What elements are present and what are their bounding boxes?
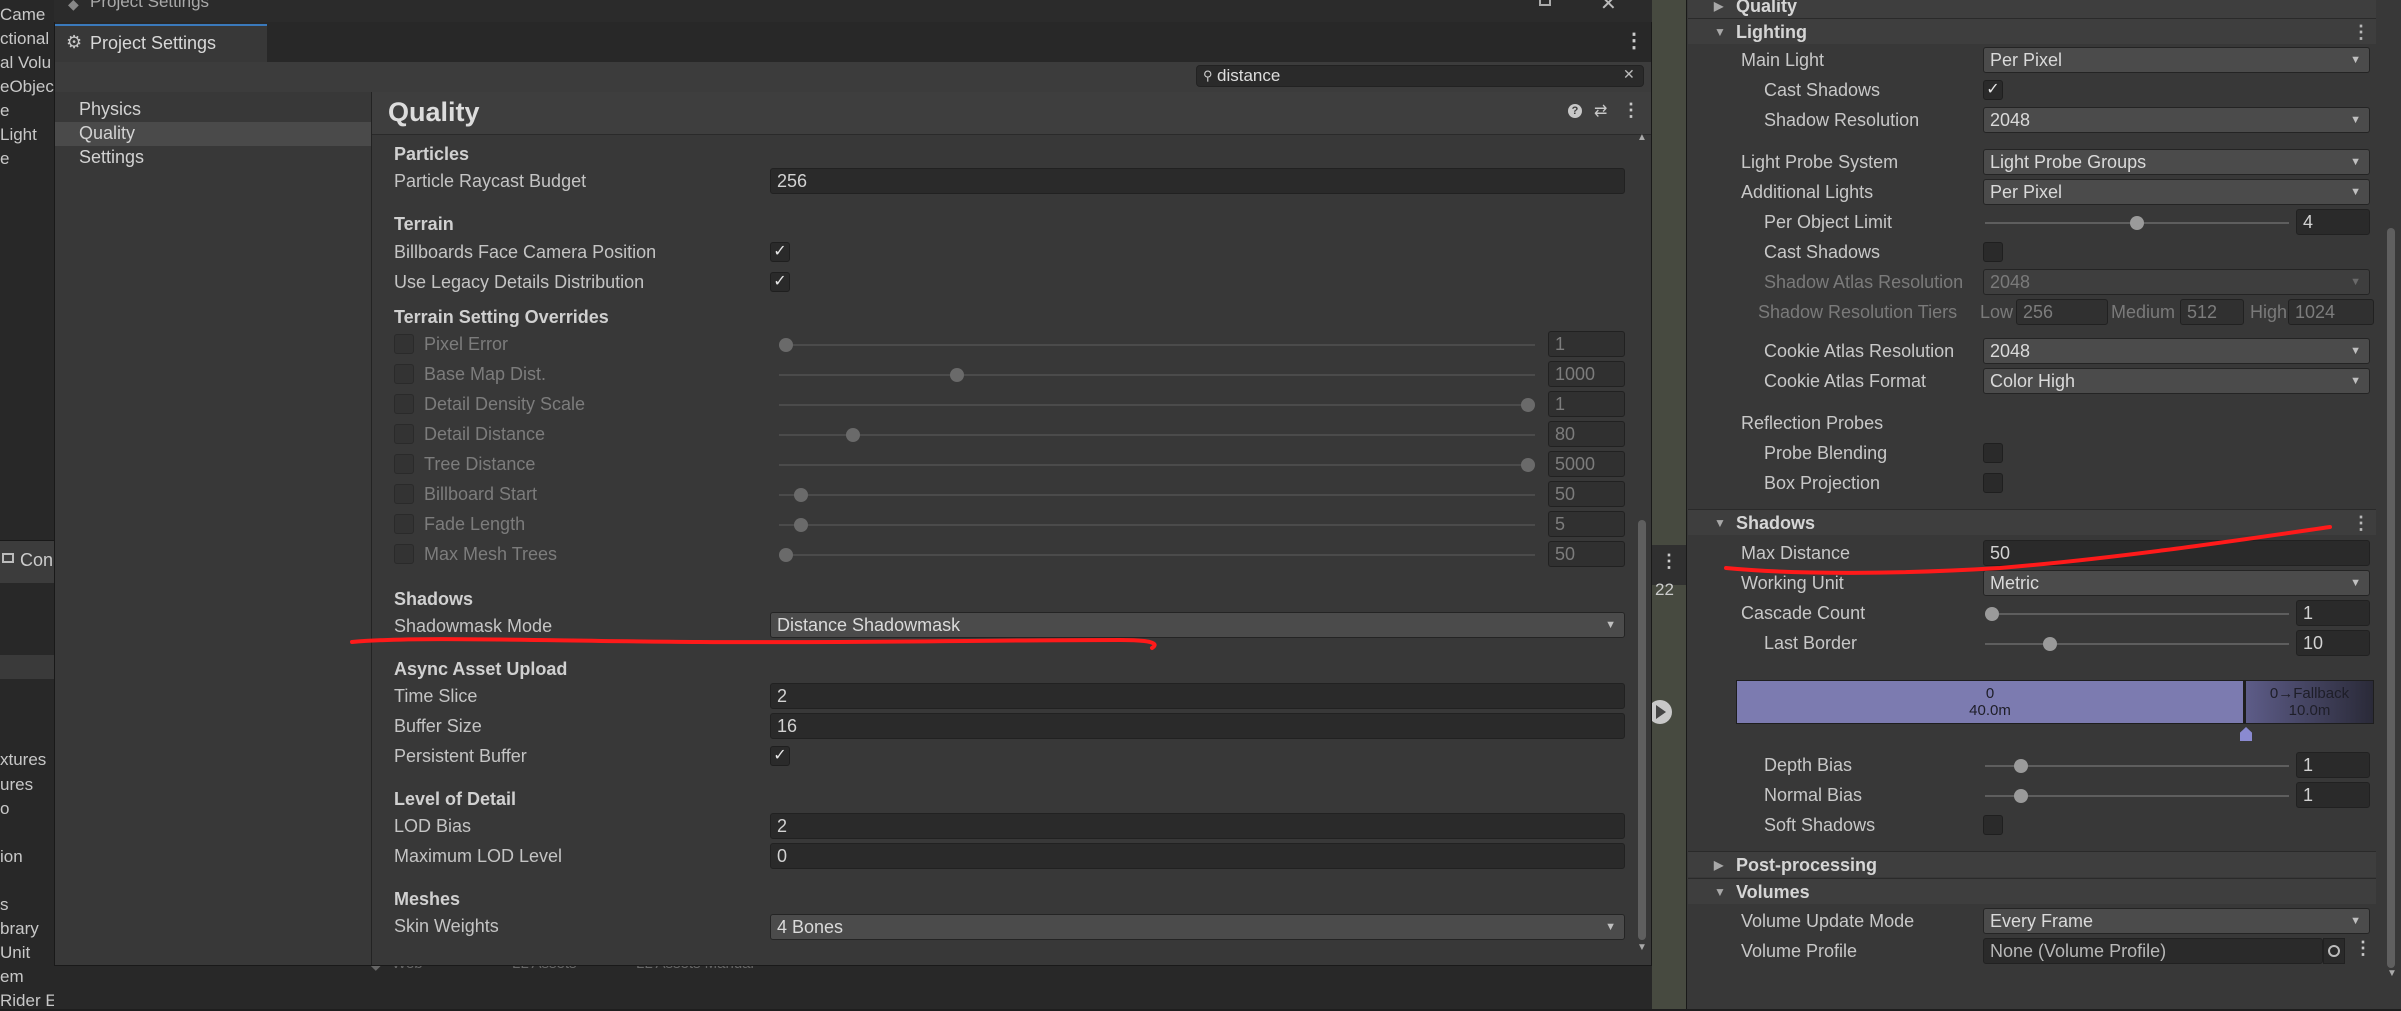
- annotation-stroke-shadowmask: [350, 637, 1157, 650]
- annotation-stroke-max-distance: [1724, 525, 2332, 575]
- red-annotation-strokes: [350, 525, 2332, 650]
